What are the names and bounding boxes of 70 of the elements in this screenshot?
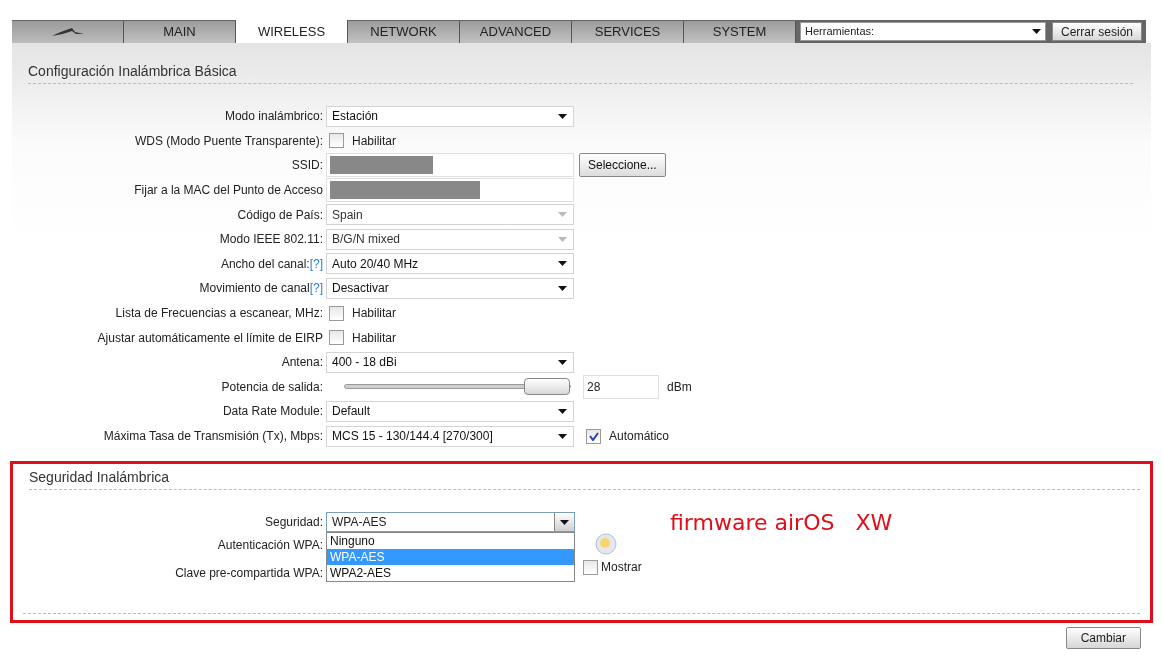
checkbox[interactable]	[329, 305, 344, 321]
section-title: Configuración Inalámbrica Básica	[28, 62, 237, 81]
caret-icon	[558, 113, 567, 119]
checkbox-label: Habilitar	[352, 329, 396, 347]
power-field[interactable]: 28	[583, 374, 659, 399]
caret-icon	[558, 285, 567, 291]
field-label: WDS (Modo Puente Transparente):	[134, 132, 323, 150]
logo-tab[interactable]	[12, 21, 124, 43]
dropdown-option[interactable]: Ninguno	[327, 533, 574, 550]
field-label: Potencia de salida:	[221, 378, 323, 396]
nav-tab[interactable]: ADVANCED	[460, 21, 572, 43]
logout-button[interactable]: Cerrar sesión	[1052, 22, 1143, 41]
field-label: Máxima Tasa de Transmisión (Tx), Mbps:	[103, 428, 323, 445]
caret-icon	[558, 433, 567, 439]
caret-icon	[558, 359, 567, 365]
text-field[interactable]	[326, 153, 574, 178]
caret-icon	[558, 261, 567, 267]
field-label: Ancho del canal:	[220, 255, 310, 273]
select-field[interactable]: Desactivar	[326, 277, 574, 299]
tools-select[interactable]: Herramientas:	[800, 22, 1046, 41]
field-label: Movimiento de canal	[199, 280, 310, 298]
section-title: Seguridad Inalámbrica	[29, 468, 170, 488]
nav-tab[interactable]: SERVICES	[572, 21, 684, 43]
dropdown-button[interactable]	[554, 513, 574, 532]
checkbox[interactable]	[586, 428, 601, 444]
dropdown-option[interactable]: WPA2-AES	[327, 565, 574, 582]
nav-tab[interactable]: WIRELESS	[236, 20, 348, 43]
checkbox[interactable]	[583, 559, 598, 575]
checkbox-label: Habilitar	[352, 305, 396, 323]
checkbox[interactable]	[329, 133, 344, 149]
checkbox-label: Automático	[609, 428, 670, 445]
caret-icon	[558, 212, 567, 218]
field-label: Lista de Frecuencias a escanear, MHz:	[115, 305, 323, 323]
slider-handle[interactable]	[524, 378, 570, 396]
status-icon	[595, 533, 617, 556]
select-field[interactable]: 400 - 18 dBi	[326, 351, 574, 373]
field-label: SSID:	[291, 157, 323, 175]
select-field[interactable]: Estación	[326, 105, 574, 127]
apply-button[interactable]: Cambiar	[1065, 627, 1141, 650]
checkbox-label: Mostrar	[601, 559, 642, 577]
unit-label: dBm	[667, 378, 692, 396]
select-ssid-button[interactable]: Seleccione...	[579, 153, 666, 178]
field-label: Seguridad:	[263, 514, 324, 532]
field-label: Modo inalámbrico:	[224, 108, 323, 126]
text-field[interactable]	[326, 178, 574, 203]
caret-icon	[558, 236, 567, 242]
annotation-text: firmware airOS XW	[670, 508, 893, 537]
help-link[interactable]: [?]	[309, 254, 323, 273]
nav-tab[interactable]: SYSTEM	[684, 21, 796, 43]
select-field[interactable]: Auto 20/40 MHz	[326, 253, 574, 275]
nav-tab[interactable]: NETWORK	[348, 21, 460, 43]
field-label: Data Rate Module:	[222, 403, 323, 421]
field-label: Clave pre-compartida WPA:	[175, 565, 323, 581]
checkbox-label: Habilitar	[352, 132, 396, 150]
field-label: Modo IEEE 802.11:	[219, 231, 323, 249]
checkmark-icon	[588, 431, 599, 441]
field-label: Fijar a la MAC del Punto de Acceso	[134, 182, 323, 200]
select-field[interactable]: MCS 15 - 130/144.4 [270/300]	[326, 425, 574, 447]
caret-icon	[558, 408, 567, 414]
field-label: Autenticación WPA:	[217, 537, 323, 553]
checkbox[interactable]	[329, 330, 344, 346]
security-select[interactable]: WPA-AES	[326, 512, 575, 533]
select-field[interactable]: Default	[326, 400, 574, 422]
field-label: Ajustar automáticamente el límite de EIRP	[97, 329, 323, 347]
caret-icon	[560, 519, 569, 525]
help-link[interactable]: [?]	[309, 279, 323, 298]
caret-icon	[1032, 29, 1041, 34]
field-label: Antena:	[281, 354, 323, 372]
nav-tab[interactable]: MAIN	[124, 21, 236, 43]
field-label: Código de País:	[237, 206, 323, 224]
